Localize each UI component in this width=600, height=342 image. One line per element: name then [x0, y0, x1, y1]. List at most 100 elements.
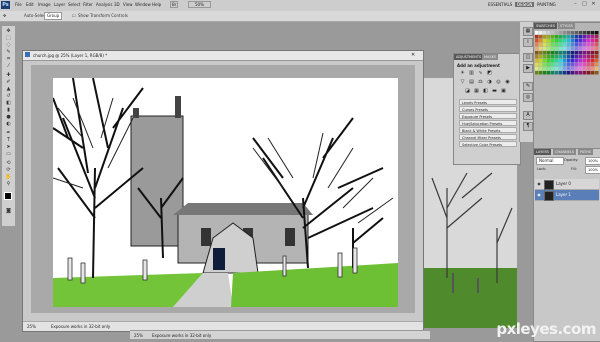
- color-panel-icon[interactable]: ▦: [523, 27, 533, 36]
- color-swatch[interactable]: [547, 51, 551, 55]
- blend-mode-dropdown[interactable]: Normal: [536, 157, 564, 165]
- color-swatch[interactable]: [567, 59, 571, 63]
- 3d-camera-tool[interactable]: ⟳: [4, 167, 13, 173]
- color-balance-icon[interactable]: ⚖: [477, 79, 484, 85]
- color-swatch[interactable]: [559, 35, 563, 39]
- color-swatch[interactable]: [587, 67, 591, 71]
- color-swatch[interactable]: [563, 31, 567, 35]
- color-swatch[interactable]: [547, 63, 551, 67]
- color-swatch[interactable]: [579, 59, 583, 63]
- tab-masks[interactable]: MASKS: [482, 54, 499, 60]
- color-swatch[interactable]: [583, 63, 587, 67]
- shape-tool[interactable]: ▭: [4, 151, 13, 157]
- color-swatch[interactable]: [591, 71, 595, 75]
- color-swatch[interactable]: [567, 71, 571, 75]
- color-swatch[interactable]: [551, 67, 555, 71]
- blur-tool[interactable]: ●: [4, 114, 13, 120]
- color-swatch[interactable]: [583, 39, 587, 43]
- color-swatch[interactable]: [535, 71, 539, 75]
- color-swatch[interactable]: [551, 55, 555, 59]
- color-swatch[interactable]: [575, 55, 579, 59]
- color-swatch[interactable]: [591, 67, 595, 71]
- color-swatch[interactable]: [555, 39, 559, 43]
- color-swatch[interactable]: [567, 43, 571, 47]
- color-swatch[interactable]: [559, 39, 563, 43]
- color-swatch[interactable]: [535, 35, 539, 39]
- color-swatch[interactable]: [547, 43, 551, 47]
- color-swatch[interactable]: [575, 59, 579, 63]
- color-swatch[interactable]: [563, 67, 567, 71]
- color-swatch[interactable]: [551, 31, 555, 35]
- eraser-tool[interactable]: ◧: [4, 100, 13, 106]
- character-panel-icon[interactable]: A: [523, 111, 533, 120]
- menu-3d[interactable]: 3D: [114, 2, 120, 7]
- paragraph-panel-icon[interactable]: ¶: [523, 122, 533, 131]
- tab-channels[interactable]: CHANNELS: [553, 149, 577, 155]
- color-swatch[interactable]: [575, 31, 579, 35]
- color-swatch[interactable]: [575, 63, 579, 67]
- color-swatch[interactable]: [539, 47, 543, 51]
- color-swatch[interactable]: [575, 71, 579, 75]
- actions-panel-icon[interactable]: ▶: [523, 64, 533, 73]
- color-swatch[interactable]: [555, 59, 559, 63]
- color-swatch[interactable]: [587, 59, 591, 63]
- color-swatch[interactable]: [579, 55, 583, 59]
- color-swatch[interactable]: [571, 63, 575, 67]
- color-swatch[interactable]: [543, 35, 547, 39]
- color-swatch[interactable]: [559, 47, 563, 51]
- canvas-image[interactable]: [53, 78, 398, 307]
- brightness-icon[interactable]: ☀: [459, 70, 466, 76]
- info-panel-icon[interactable]: i: [523, 38, 533, 47]
- color-swatch[interactable]: [587, 31, 591, 35]
- threshold-icon[interactable]: ◧: [482, 88, 489, 94]
- swatch-grid[interactable]: [535, 31, 599, 89]
- menu-analysis[interactable]: Analysis: [96, 2, 112, 7]
- color-swatch[interactable]: [583, 71, 587, 75]
- color-swatch[interactable]: [591, 51, 595, 55]
- brush-tool[interactable]: ✐: [4, 79, 13, 85]
- channel-mixer-icon[interactable]: ◉: [504, 79, 511, 85]
- minimize-button[interactable]: –: [572, 1, 579, 8]
- color-swatch[interactable]: [563, 39, 567, 43]
- workspace-painting[interactable]: PAINTING: [537, 2, 556, 7]
- levels-icon[interactable]: ▥: [468, 70, 475, 76]
- hue-saturation-icon[interactable]: ▤: [468, 79, 475, 85]
- color-swatch[interactable]: [539, 55, 543, 59]
- color-swatch[interactable]: [571, 55, 575, 59]
- color-swatch[interactable]: [563, 51, 567, 55]
- fill-field[interactable]: 100%: [585, 166, 600, 174]
- color-swatch[interactable]: [551, 43, 555, 47]
- color-swatch[interactable]: [587, 47, 591, 51]
- color-swatch[interactable]: [563, 55, 567, 59]
- color-swatch[interactable]: [583, 47, 587, 51]
- color-swatch[interactable]: [583, 67, 587, 71]
- color-swatch[interactable]: [563, 63, 567, 67]
- close-button[interactable]: ✕: [590, 1, 597, 8]
- color-swatch[interactable]: [567, 39, 571, 43]
- menu-edit[interactable]: Edit: [26, 2, 34, 7]
- tab-adjustments[interactable]: ADJUSTMENTS: [454, 54, 484, 60]
- color-swatch[interactable]: [559, 67, 563, 71]
- dodge-tool[interactable]: ◐: [4, 121, 13, 127]
- tab-swatches[interactable]: SWATCHES: [534, 23, 558, 29]
- 3d-rotate-tool[interactable]: ⟲: [4, 160, 13, 166]
- preset-black-white[interactable]: Black & White Presets: [459, 127, 517, 133]
- color-swatch[interactable]: [547, 47, 551, 51]
- color-swatch[interactable]: [571, 31, 575, 35]
- document-zoom-readout[interactable]: 25%: [27, 324, 36, 329]
- color-swatch[interactable]: [579, 63, 583, 67]
- color-swatch[interactable]: [571, 67, 575, 71]
- lasso-tool[interactable]: ◌: [4, 42, 13, 48]
- gradient-map-icon[interactable]: ▬: [491, 88, 498, 94]
- color-swatch[interactable]: [587, 39, 591, 43]
- color-swatch[interactable]: [579, 51, 583, 55]
- layer-row-layer-1[interactable]: ◉ Layer 1: [535, 190, 599, 201]
- preset-exposure[interactable]: Exposure Presets: [459, 113, 517, 119]
- black-white-icon[interactable]: ◑: [486, 79, 493, 85]
- color-swatch[interactable]: [563, 43, 567, 47]
- color-swatch[interactable]: [551, 63, 555, 67]
- color-swatch[interactable]: [547, 71, 551, 75]
- color-swatch[interactable]: [595, 43, 599, 47]
- visibility-eye-icon[interactable]: ◉: [536, 181, 542, 187]
- preset-hue-saturation[interactable]: Hue/Saturation Presets: [459, 120, 517, 126]
